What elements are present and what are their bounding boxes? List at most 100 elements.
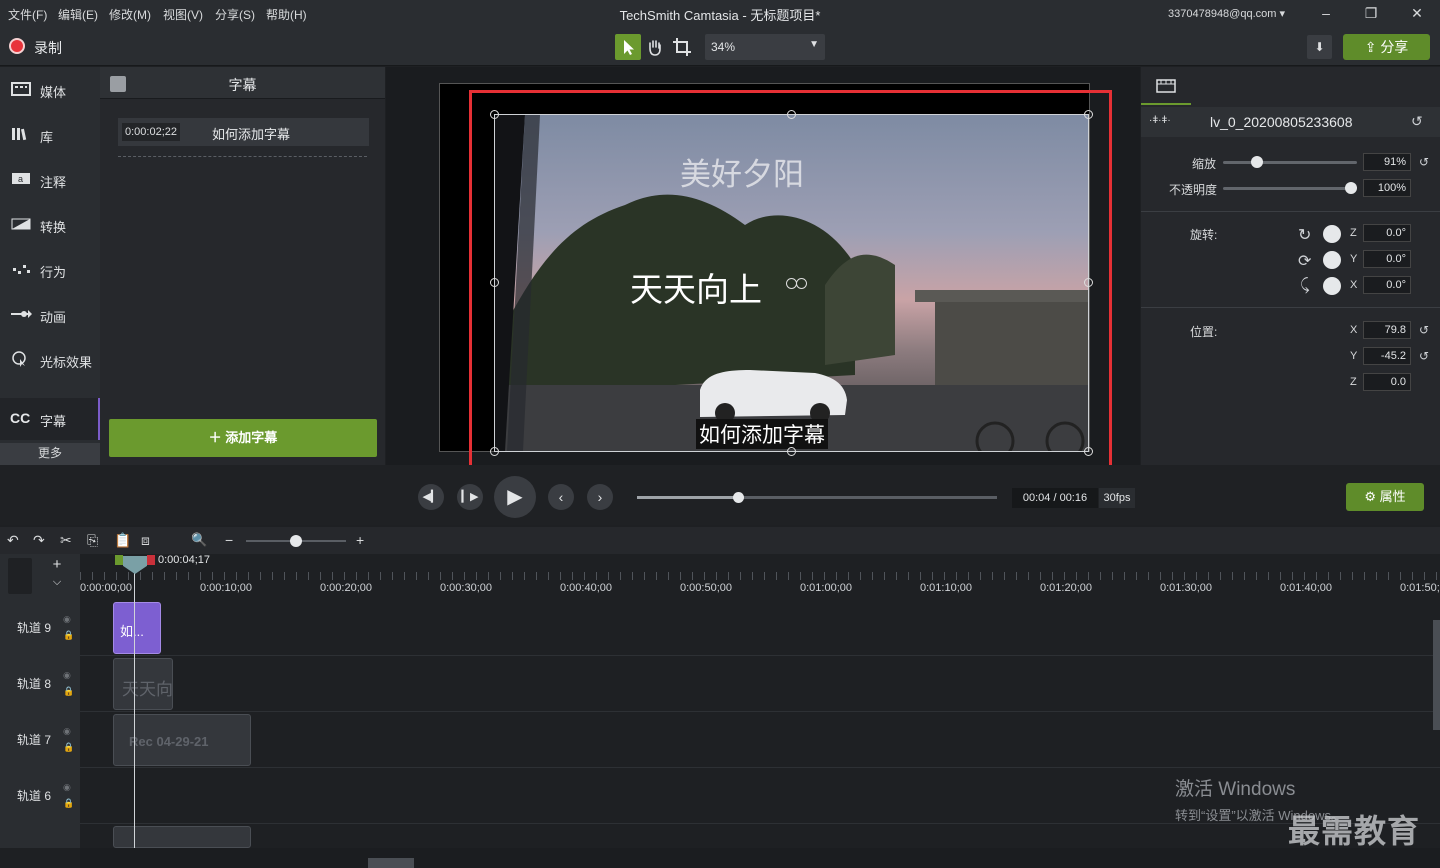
position-y-input[interactable]: -45.2 xyxy=(1363,347,1411,365)
scale-slider-knob[interactable] xyxy=(1250,156,1263,168)
nav-label: 行为 xyxy=(40,265,67,280)
visual-properties-tab[interactable] xyxy=(1141,67,1191,105)
nav-more-button[interactable]: 更多 xyxy=(0,443,100,465)
menu-view[interactable]: 视图(V) xyxy=(163,6,203,23)
split-icon[interactable]: ⧈ xyxy=(141,532,150,549)
copy-icon[interactable]: ⎘ xyxy=(87,532,98,549)
opacity-slider[interactable] xyxy=(1223,187,1357,190)
caption-clip[interactable]: 如... xyxy=(113,602,161,654)
nav-item-transitions[interactable]: 转换 xyxy=(0,204,100,244)
timeline-scrollbar[interactable] xyxy=(80,848,1440,868)
out-point-marker[interactable] xyxy=(147,555,155,565)
zoom-in-icon[interactable]: + xyxy=(356,532,364,548)
nav-item-annotations[interactable]: a 注释 xyxy=(0,159,100,199)
watermark-line1: 激活 Windows xyxy=(1175,779,1296,800)
share-button[interactable]: ⇪ 分享 xyxy=(1343,34,1430,60)
close-icon[interactable]: ✕ xyxy=(1407,4,1427,22)
rotation-z-input[interactable]: 0.0° xyxy=(1363,224,1411,242)
nav-item-media[interactable]: 媒体 xyxy=(0,69,100,109)
download-icon[interactable]: ⬇ xyxy=(1307,35,1332,59)
reset-icon[interactable]: ↺ xyxy=(1411,113,1423,130)
nav-item-library[interactable]: 库 xyxy=(0,114,100,154)
zoom-select[interactable]: 34% ▼ xyxy=(705,34,825,60)
position-z-input[interactable]: 0.0 xyxy=(1363,373,1411,391)
select-tool-icon[interactable] xyxy=(615,34,641,60)
rotation-x-dial[interactable] xyxy=(1323,277,1341,295)
caption-text[interactable]: 如何添加字幕 xyxy=(212,124,290,143)
chevron-down-icon[interactable]: ⌵ xyxy=(42,576,72,594)
minimize-icon[interactable]: – xyxy=(1316,4,1336,22)
progress-knob[interactable] xyxy=(732,492,744,503)
axis-y-label: Y xyxy=(1350,350,1358,362)
in-point-marker[interactable] xyxy=(115,555,123,565)
scale-input[interactable]: 91% xyxy=(1363,153,1411,171)
add-track-icon[interactable]: + xyxy=(42,556,72,574)
track-height-slider[interactable] xyxy=(8,558,32,594)
caption-entry[interactable]: 0:00:02;22 如何添加字幕 xyxy=(118,118,369,146)
nav-item-animations[interactable]: 动画 xyxy=(0,294,100,334)
cursor-effect-icon xyxy=(12,351,26,367)
add-caption-button[interactable]: ＋ 添加字幕 xyxy=(109,419,377,457)
lock-icon[interactable]: 🔒 xyxy=(63,798,74,809)
ruler-tick-label: 0:00:50;00 xyxy=(680,582,732,594)
menu-share[interactable]: 分享(S) xyxy=(215,6,255,23)
zoom-out-icon[interactable]: − xyxy=(225,532,233,548)
lock-icon[interactable]: 🔒 xyxy=(63,742,74,753)
lock-icon[interactable]: 🔒 xyxy=(63,686,74,697)
rotation-y-input[interactable]: 0.0° xyxy=(1363,250,1411,268)
step-forward-icon[interactable]: ▎▶ xyxy=(457,484,483,510)
pan-tool-icon[interactable] xyxy=(642,34,668,60)
fps-label[interactable]: 30fps xyxy=(1099,488,1135,508)
audio-wave-icon: ·ǂ·ǂ· xyxy=(1149,115,1171,126)
scrollbar-thumb[interactable] xyxy=(368,858,414,868)
behavior-icon xyxy=(13,265,30,274)
reset-icon[interactable]: ↺ xyxy=(1419,323,1429,337)
caption-time[interactable]: 0:00:02;22 xyxy=(122,123,180,141)
account-menu[interactable]: 3370478948@qq.com ▾ xyxy=(1168,7,1285,20)
progress-bar[interactable] xyxy=(637,496,997,499)
crop-tool-icon[interactable] xyxy=(669,34,695,60)
eye-icon[interactable]: ◉ xyxy=(63,670,71,681)
captions-header: 字幕 xyxy=(100,67,385,99)
nav-item-cursor-effects[interactable]: 光标效果 xyxy=(0,339,100,379)
paste-icon[interactable]: 📋 xyxy=(114,532,131,549)
undo-icon[interactable]: ↶ xyxy=(7,532,19,549)
lock-icon[interactable]: 🔒 xyxy=(63,630,74,641)
reset-icon[interactable]: ↺ xyxy=(1419,349,1429,363)
track-row: 轨道 7 ◉ 🔒 Rec 04-29-21 xyxy=(0,712,1440,768)
properties-button[interactable]: ⚙ 属性 xyxy=(1346,483,1424,511)
restore-icon[interactable]: ❐ xyxy=(1361,4,1381,22)
record-icon[interactable] xyxy=(9,38,25,54)
rotation-y-dial[interactable] xyxy=(1323,251,1341,269)
previous-icon[interactable]: ‹ xyxy=(548,484,574,510)
text-clip[interactable]: 天天向 xyxy=(113,658,173,710)
rotation-x-input[interactable]: 0.0° xyxy=(1363,276,1411,294)
timeline-zoom-knob[interactable] xyxy=(290,535,302,547)
record-button[interactable]: 录制 xyxy=(34,38,62,58)
opacity-slider-knob[interactable] xyxy=(1345,182,1357,194)
eye-icon[interactable]: ◉ xyxy=(63,614,71,625)
nav-item-captions[interactable]: CC 字幕 xyxy=(0,398,100,440)
next-icon[interactable]: › xyxy=(587,484,613,510)
reset-icon[interactable]: ↺ xyxy=(1419,155,1429,169)
menu-modify[interactable]: 修改(M) xyxy=(109,6,151,23)
eye-icon[interactable]: ◉ xyxy=(63,782,71,793)
position-x-input[interactable]: 79.8 xyxy=(1363,321,1411,339)
eye-icon[interactable]: ◉ xyxy=(63,726,71,737)
timeline-ruler[interactable]: 0:00:00;00 0:00:10;00 0:00:20;00 0:00:30;00… xyxy=(80,554,1440,600)
menu-edit[interactable]: 编辑(E) xyxy=(58,6,98,23)
track-header[interactable] xyxy=(0,824,80,848)
rotation-z-dial[interactable] xyxy=(1323,225,1341,243)
nav-item-behaviors[interactable]: 行为 xyxy=(0,249,100,289)
caption-divider xyxy=(118,156,367,157)
play-button[interactable]: ▶ xyxy=(494,476,536,518)
opacity-input[interactable]: 100% xyxy=(1363,179,1411,197)
playback-bar: ◀▎ ▎▶ ▶ ‹ › 00:04 / 00:16 30fps ⚙ 属性 xyxy=(0,465,1440,525)
vertical-scrollbar[interactable] xyxy=(1433,620,1440,730)
redo-icon[interactable]: ↷ xyxy=(33,532,45,549)
menu-help[interactable]: 帮助(H) xyxy=(266,6,307,23)
scale-slider[interactable] xyxy=(1223,161,1357,164)
cut-icon[interactable]: ✂ xyxy=(60,532,72,549)
menu-file[interactable]: 文件(F) xyxy=(8,6,47,23)
step-back-icon[interactable]: ◀▎ xyxy=(418,484,444,510)
